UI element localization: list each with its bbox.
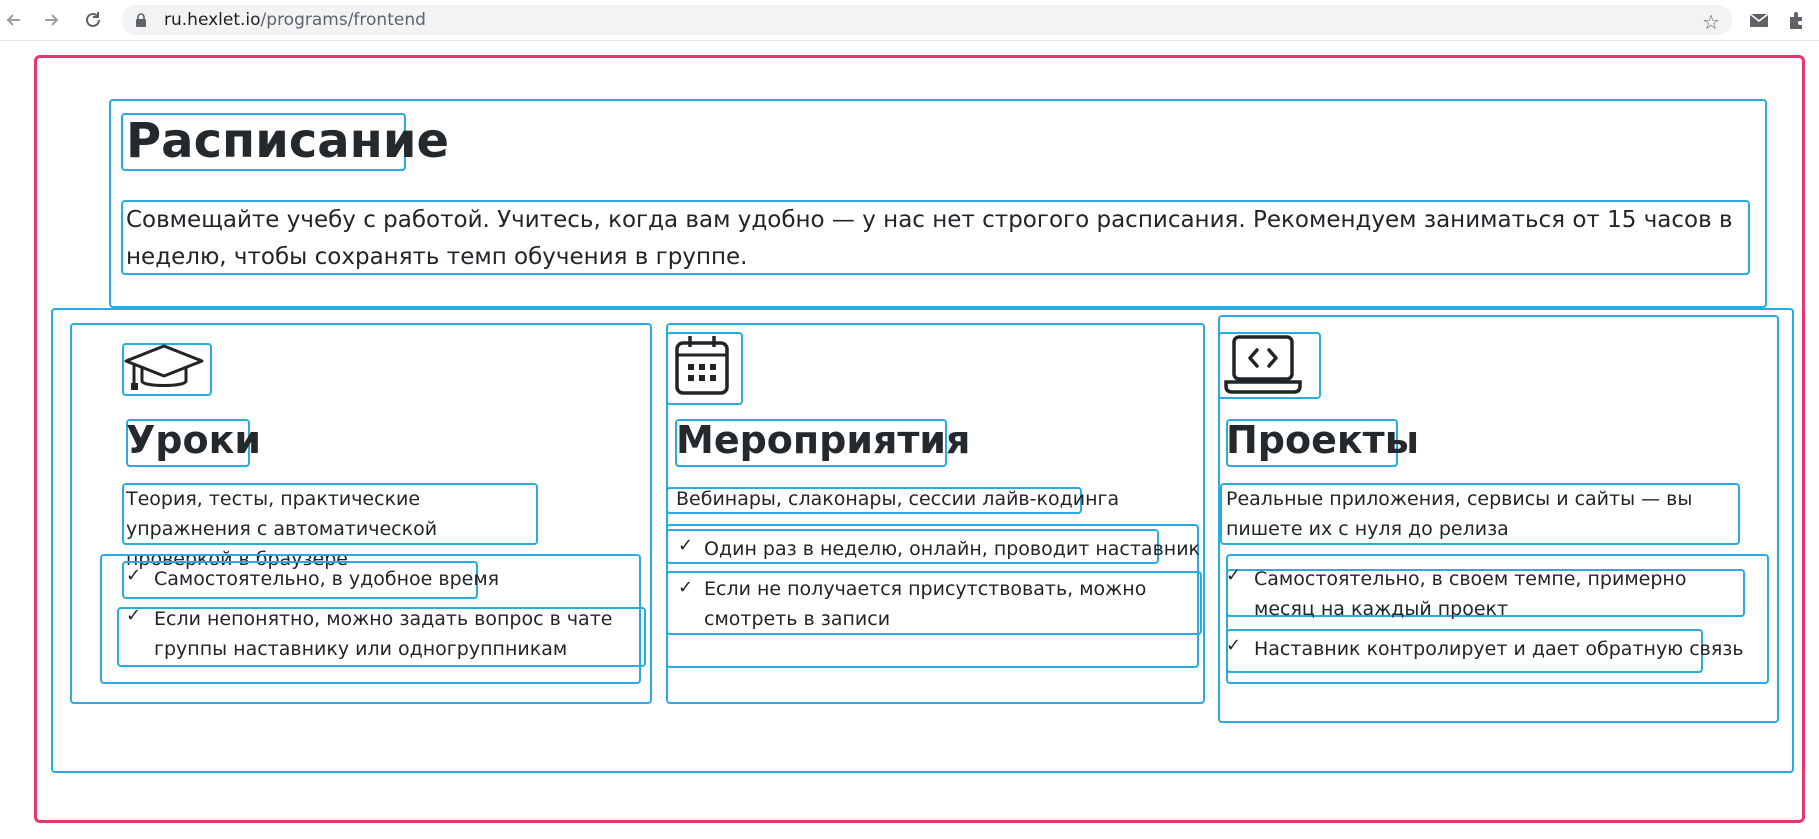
- check-icon: ✓: [1226, 635, 1242, 656]
- card-lessons-item-2: Если непонятно, можно задать вопрос в ча…: [154, 608, 613, 660]
- url-text: ru.hexlet.io/programs/frontend: [164, 10, 426, 30]
- bookmark-star-icon[interactable]: ☆: [1702, 10, 1720, 34]
- back-icon[interactable]: [3, 9, 25, 31]
- schedule-lead: Совмещайте учебу с работой. Учитесь, ког…: [126, 207, 1733, 270]
- browser-toolbar: ru.hexlet.io/programs/frontend ☆: [0, 0, 1819, 41]
- card-projects-item-1: Самостоятельно, в своем темпе, примерно …: [1254, 568, 1687, 620]
- extensions-puzzle-icon[interactable]: [1786, 9, 1808, 31]
- card-lessons-item-1: Самостоятельно, в удобное время: [154, 568, 500, 590]
- card-events-item-1: Один раз в неделю, онлайн, проводит наст…: [704, 538, 1201, 560]
- graduation-cap-icon: [124, 344, 204, 390]
- url-domain: ru.hexlet.io: [164, 10, 261, 30]
- check-icon: ✓: [126, 605, 142, 626]
- check-icon: ✓: [678, 535, 694, 556]
- card-lessons-title: Уроки: [126, 418, 262, 462]
- forward-icon[interactable]: [40, 9, 62, 31]
- check-icon: ✓: [678, 577, 694, 598]
- schedule-title: Расписание: [126, 113, 450, 169]
- card-projects-description: Реальные приложения, сервисы и сайты — в…: [1226, 488, 1693, 540]
- card-events-description: Вебинары, слаконары, сессии лайв-кодинга: [676, 488, 1120, 510]
- reload-icon[interactable]: [82, 9, 104, 31]
- check-icon: ✓: [126, 565, 142, 586]
- lock-icon: [136, 13, 146, 27]
- mail-icon[interactable]: [1748, 9, 1770, 31]
- address-bar[interactable]: ru.hexlet.io/programs/frontend ☆: [122, 5, 1732, 35]
- card-events-title: Мероприятия: [676, 418, 971, 462]
- url-path: /programs/frontend: [260, 10, 426, 30]
- card-events-item-2: Если не получается присутствовать, можно…: [704, 578, 1147, 630]
- laptop-code-icon: [1224, 335, 1302, 394]
- calendar-icon: [675, 336, 729, 395]
- card-projects-title: Проекты: [1226, 418, 1420, 462]
- check-icon: ✓: [1226, 565, 1242, 586]
- card-projects-item-2: Наставник контролирует и дает обратную с…: [1254, 638, 1744, 660]
